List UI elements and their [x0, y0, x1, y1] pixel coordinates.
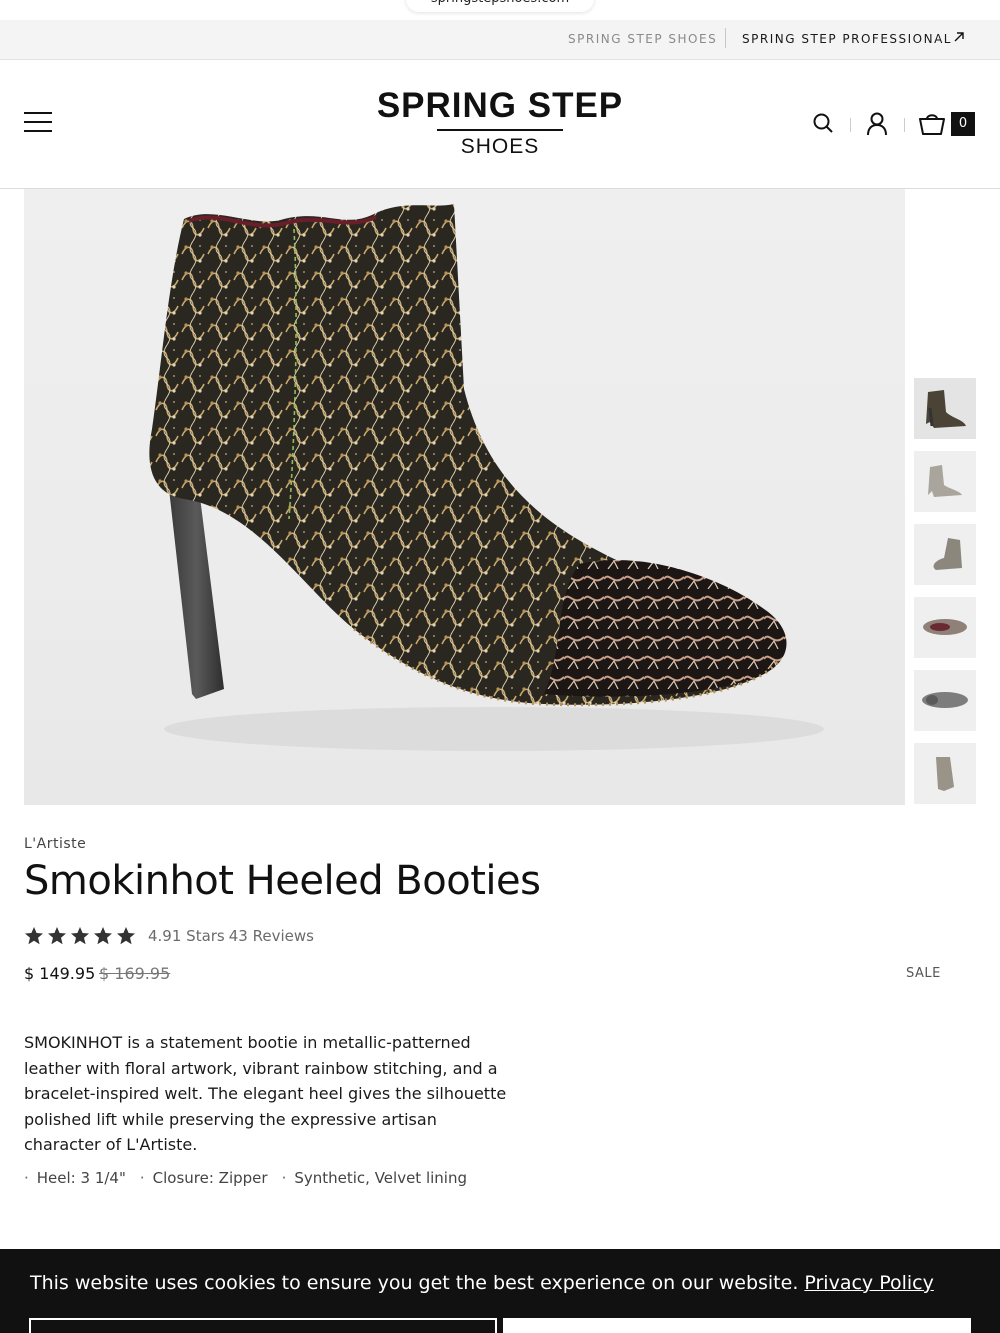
star-icon [48, 927, 66, 945]
divider [904, 118, 905, 132]
logo-rule [437, 129, 563, 131]
thumbnail-1[interactable] [914, 378, 976, 439]
thumbnail-5[interactable] [914, 670, 976, 731]
cookie-accept-button[interactable] [503, 1318, 971, 1333]
thumbnail-3[interactable] [914, 524, 976, 585]
site-header: SPRING STEP SHOES 0 [0, 60, 1000, 189]
spec-item: · Heel: 3 1/4" [24, 1169, 126, 1187]
star-rating [24, 926, 136, 946]
divider [725, 28, 726, 48]
cookie-text: This website uses cookies to ensure you … [30, 1272, 799, 1294]
product-title: Smokinhot Heeled Booties [24, 858, 541, 904]
cookie-banner: This website uses cookies to ensure you … [0, 1249, 1000, 1333]
rating-text: 4.91 Stars 43 Reviews [148, 927, 318, 945]
spring-step-shoes-link[interactable]: SPRING STEP SHOES [568, 32, 717, 46]
rating-summary[interactable]: 4.91 Stars 43 Reviews [24, 924, 318, 948]
thumbnail-2[interactable] [914, 451, 976, 512]
star-icon [71, 927, 89, 945]
sale-badge: SALE [906, 966, 941, 981]
divider [850, 118, 851, 132]
original-price: $ 169.95 [99, 964, 171, 983]
privacy-policy-link[interactable]: Privacy Policy [804, 1272, 933, 1294]
star-icon [117, 927, 135, 945]
external-link-icon[interactable] [952, 30, 966, 44]
thumbnail-4[interactable] [914, 597, 976, 658]
star-icon [25, 927, 43, 945]
product-description: SMOKINHOT is a statement bootie in metal… [24, 1033, 507, 1154]
spec-item: · Synthetic, Velvet lining [281, 1169, 467, 1187]
spec-closure: Closure: Zipper [152, 1169, 268, 1187]
bootie-illustration [149, 204, 824, 751]
cart-count-badge[interactable]: 0 [951, 112, 975, 136]
top-utility-bar: SPRING STEP SHOES SPRING STEP PROFESSION… [0, 20, 1000, 60]
spec-lining: Synthetic, Velvet lining [294, 1169, 467, 1187]
rating-value: 4.91 Stars [148, 927, 225, 945]
star-icon [94, 927, 112, 945]
hamburger-menu-icon[interactable] [24, 112, 52, 136]
shopping-bag-icon[interactable] [918, 112, 946, 136]
address-bar[interactable]: springstepshoes.com [406, 0, 594, 12]
account-icon[interactable] [866, 112, 888, 136]
spring-step-professional-link[interactable]: SPRING STEP PROFESSIONAL [742, 32, 952, 46]
cookie-message: This website uses cookies to ensure you … [30, 1272, 934, 1294]
price-row: $ 149.95 $ 169.95 SALE [24, 962, 976, 986]
spec-heel: Heel: 3 1/4" [36, 1169, 126, 1187]
logo-sub-text: SHOES [460, 135, 540, 158]
thumbnail-6[interactable] [914, 743, 976, 804]
spec-item: · Closure: Zipper [139, 1169, 268, 1187]
cookie-decline-button[interactable] [29, 1318, 497, 1333]
thumbnail-strip [914, 378, 976, 816]
search-icon[interactable] [812, 112, 834, 134]
logo-main-text: SPRING STEP [376, 86, 624, 125]
product-main-image[interactable] [24, 189, 905, 805]
product-specs: · Heel: 3 1/4" · Closure: Zipper · Syntheti… [24, 1169, 481, 1187]
site-logo[interactable]: SPRING STEP SHOES [370, 88, 630, 159]
current-price: $ 149.95 [24, 964, 96, 983]
product-brand[interactable]: L'Artiste [24, 836, 86, 852]
review-count[interactable]: 43 Reviews [229, 927, 314, 945]
